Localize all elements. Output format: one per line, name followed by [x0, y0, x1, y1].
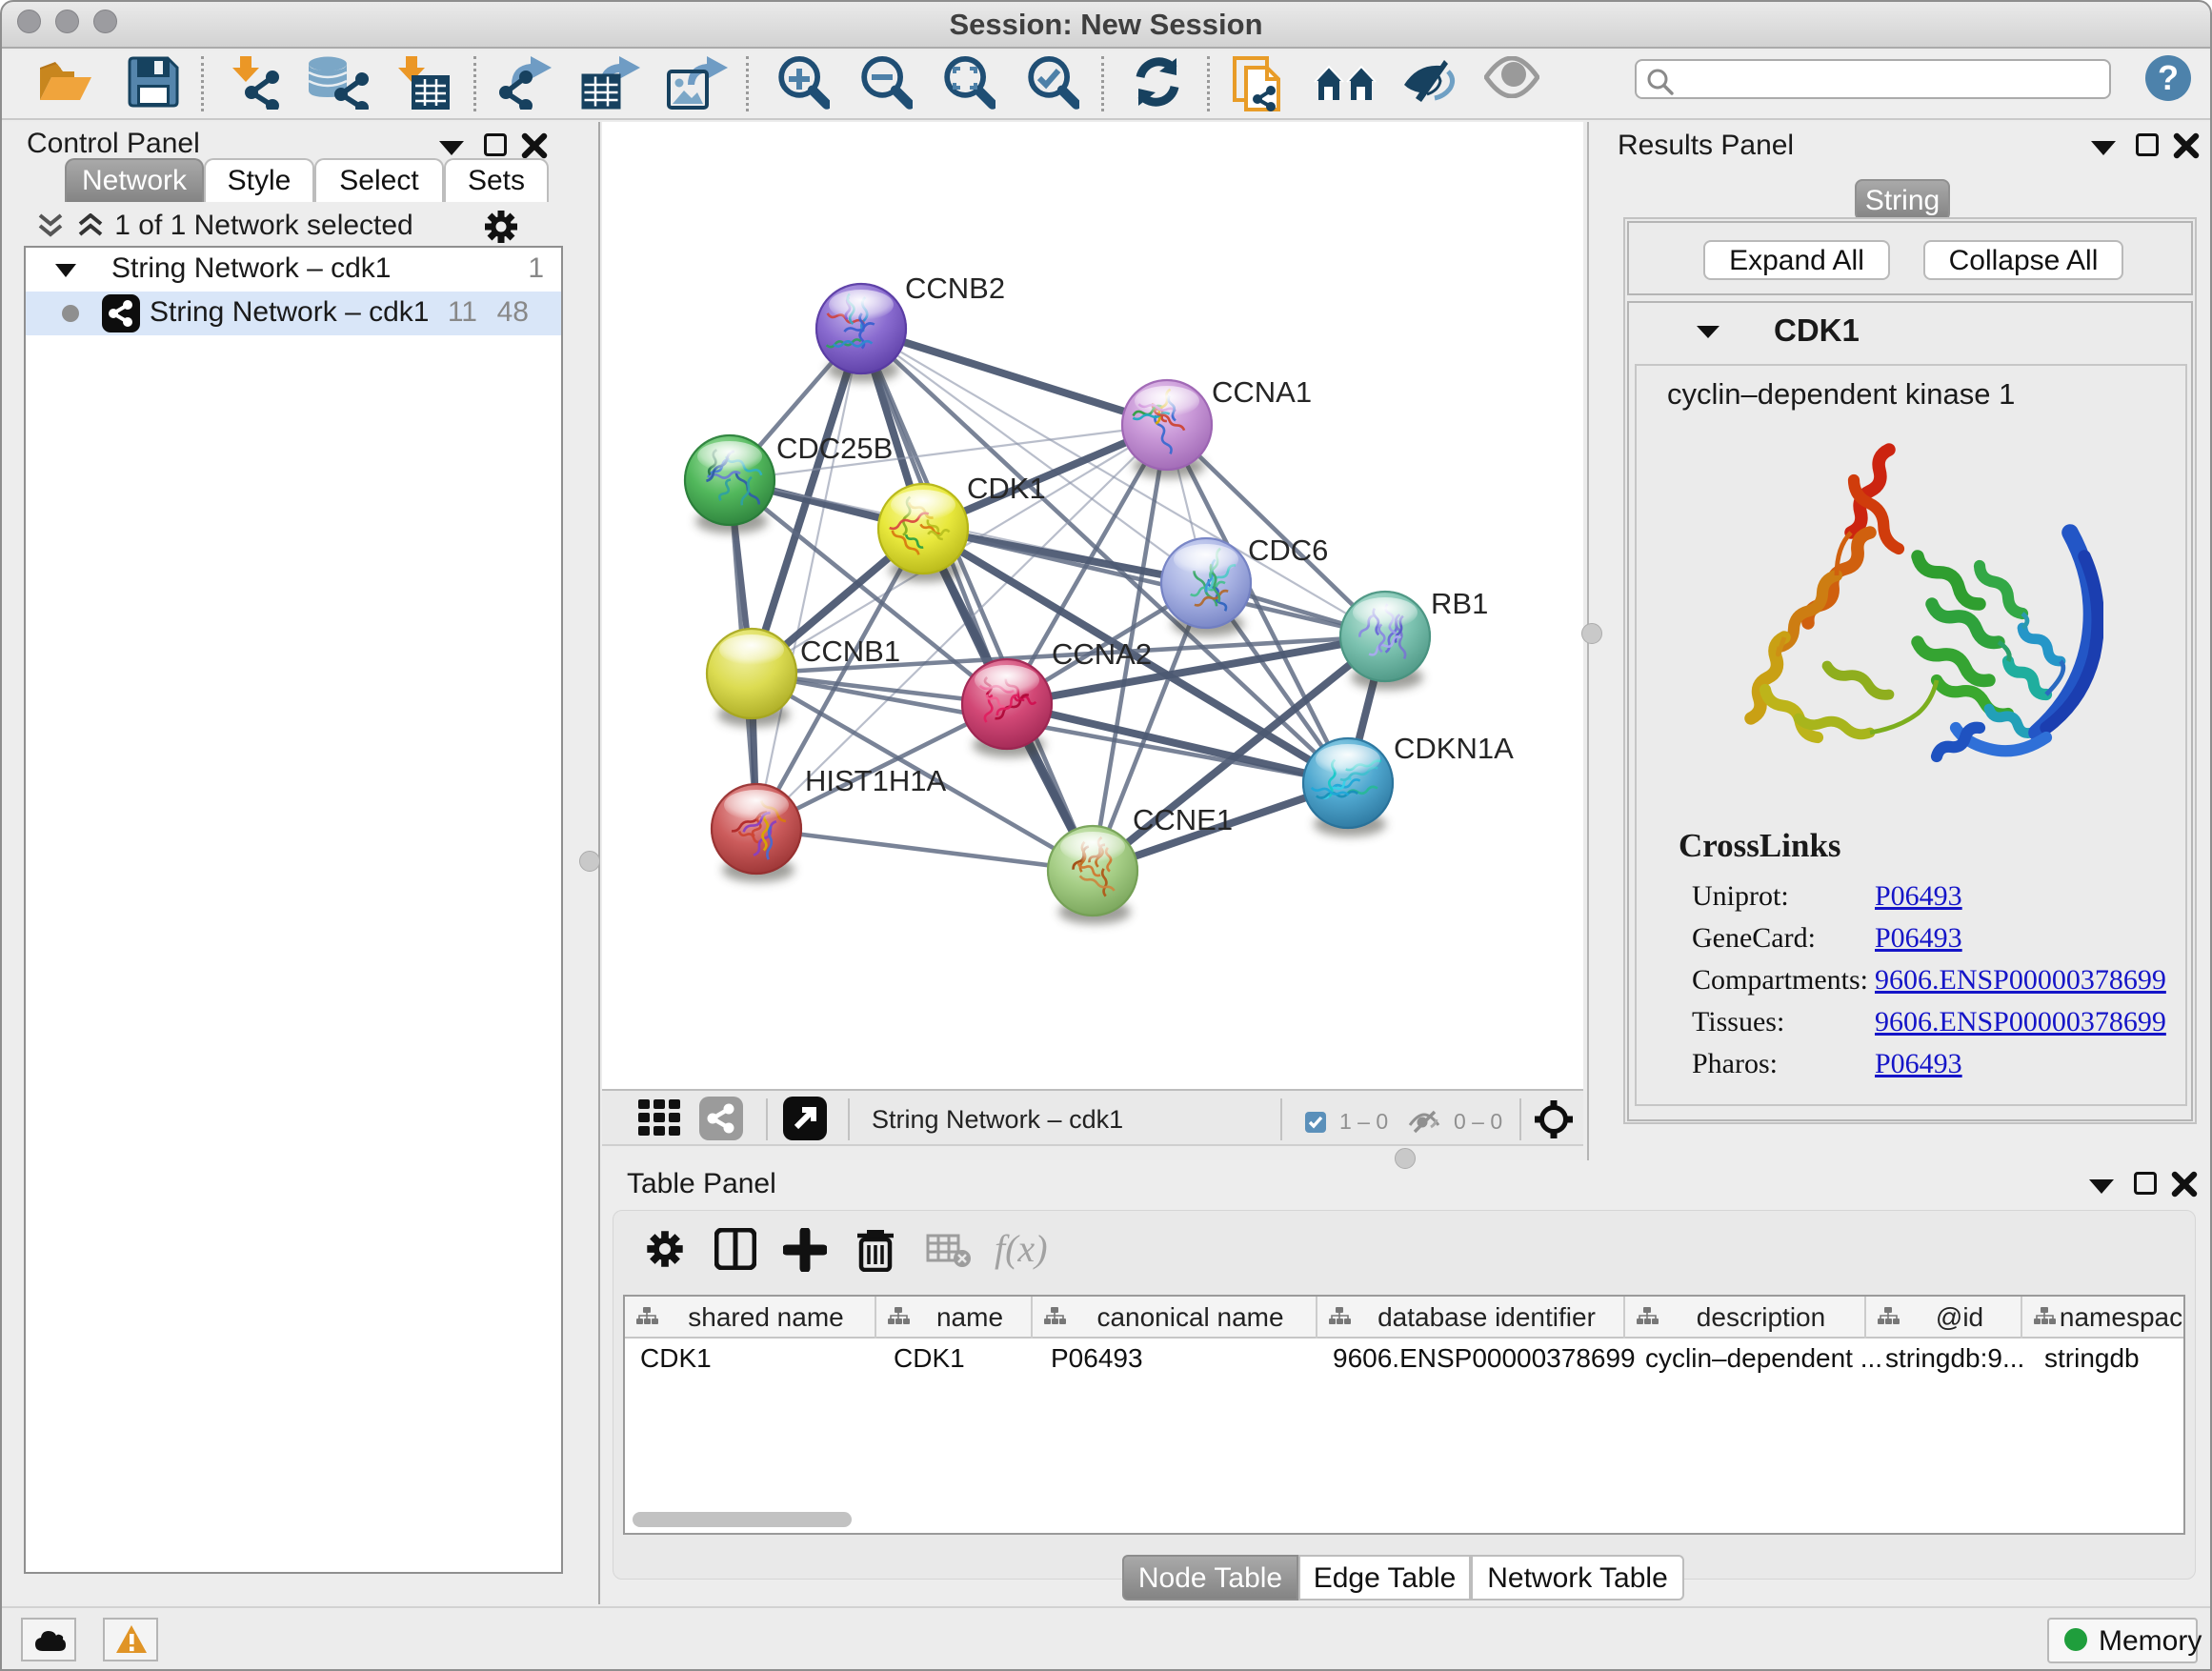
svg-text:CCNA1: CCNA1: [1212, 375, 1312, 409]
svg-text:CDC6: CDC6: [1248, 534, 1328, 567]
svg-text:HIST1H1A: HIST1H1A: [805, 764, 946, 797]
svg-text:CCNB2: CCNB2: [905, 272, 1005, 305]
svg-text:CDKN1A: CDKN1A: [1394, 732, 1514, 765]
svg-text:CCNA2: CCNA2: [1052, 637, 1152, 671]
svg-text:CCNB1: CCNB1: [800, 634, 900, 668]
svg-text:RB1: RB1: [1431, 587, 1488, 620]
svg-text:CCNE1: CCNE1: [1133, 803, 1233, 836]
svg-text:CDC25B: CDC25B: [776, 432, 893, 465]
svg-text:CDK1: CDK1: [967, 472, 1046, 505]
